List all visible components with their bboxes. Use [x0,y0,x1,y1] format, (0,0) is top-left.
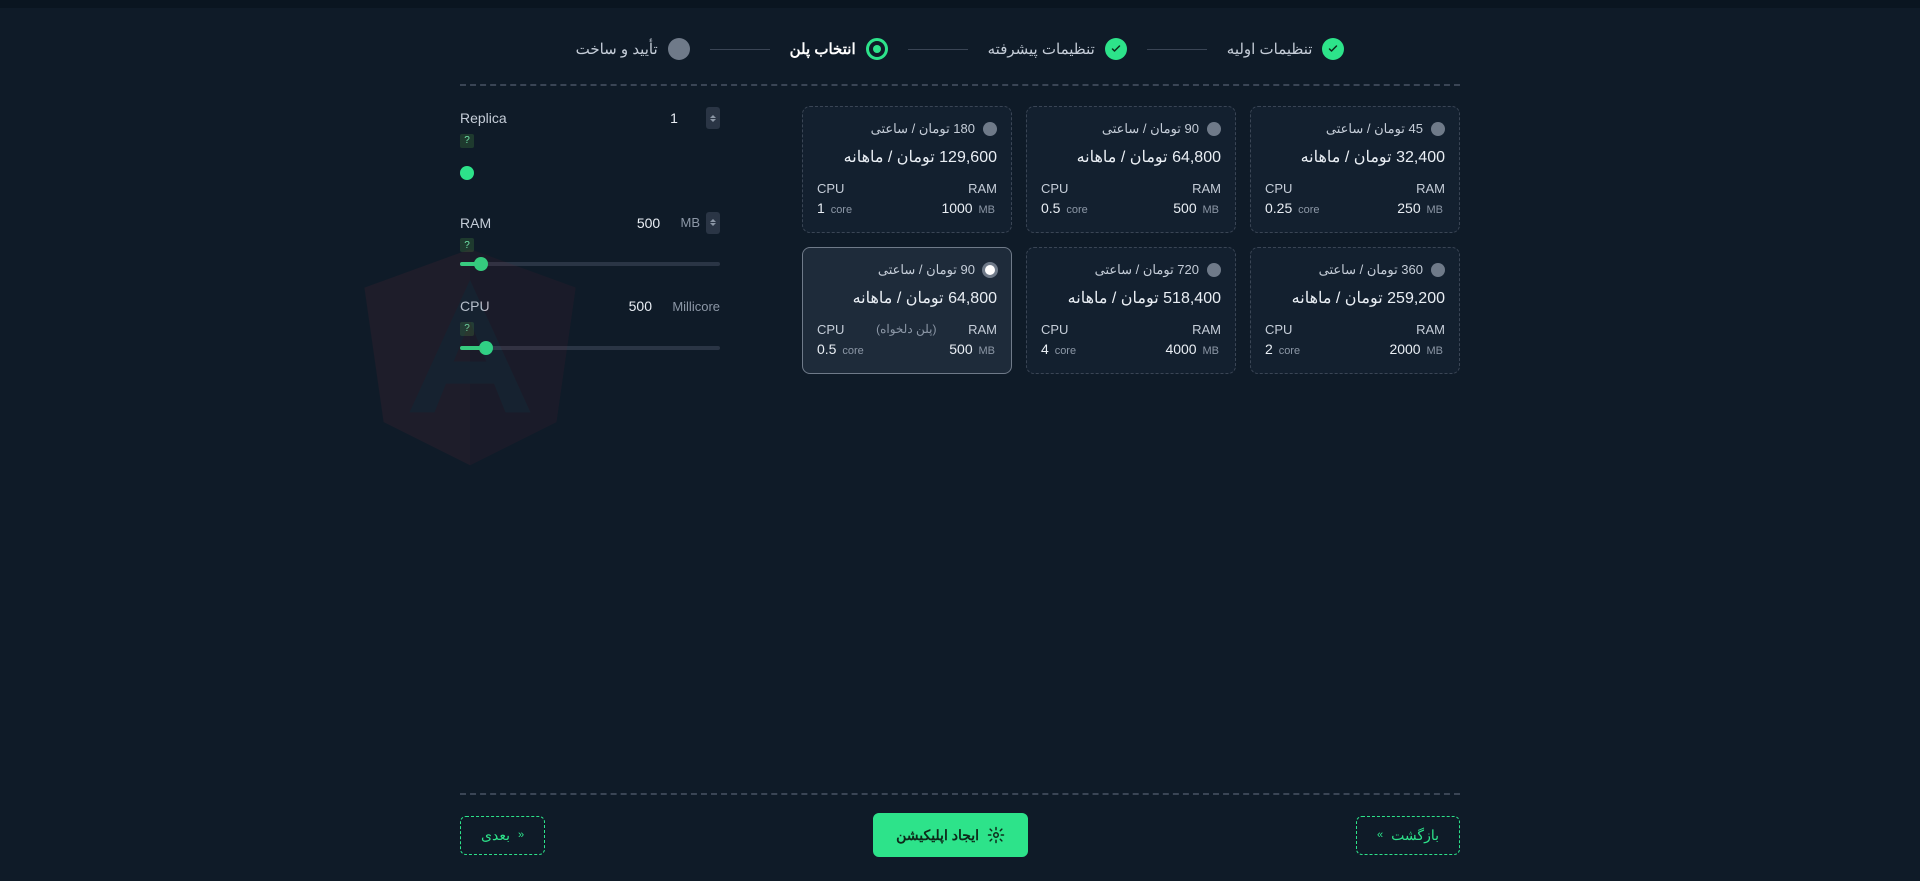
create-app-button[interactable]: ایجاد اپلیکیشن [873,813,1028,857]
step-initial[interactable]: تنظیمات اولیه [1227,38,1345,60]
replica-input[interactable] [648,106,700,130]
cpu-label: CPU [817,322,844,337]
plan-card-2[interactable]: 180 تومان / ساعتی 129,600 تومان / ماهانه C… [802,106,1012,233]
step-label: انتخاب پلن [790,40,856,58]
cpu-value: 4 core [1041,341,1078,357]
cpu-label: CPU [460,298,490,314]
chevron-left-icon: « [518,829,524,841]
ram-control: RAM MB ? [460,211,720,267]
cpu-control: CPU Millicore ? [460,294,720,350]
radio-icon [1207,263,1221,277]
plan-hourly: 360 تومان / ساعتی [1319,262,1423,278]
ram-label: RAM [968,322,997,337]
step-separator [1147,49,1207,50]
ram-value: 1000 MB [941,200,997,216]
plan-monthly: 129,600 تومان / ماهانه [817,147,997,167]
chevron-right-icon: » [1377,829,1383,841]
cpu-input[interactable] [614,294,666,318]
ram-label: RAM [1416,322,1445,337]
plan-hourly: 180 تومان / ساعتی [871,121,975,137]
ram-label: RAM [1416,181,1445,196]
ram-label: RAM [968,181,997,196]
plan-hourly: 720 تومان / ساعتی [1095,262,1199,278]
cpu-value: 0.25 core [1265,200,1322,216]
cpu-label: CPU [1265,322,1292,337]
cpu-label: CPU [817,181,844,196]
ram-value: 500 MB [949,341,997,357]
replica-control: Replica ? [460,106,720,183]
pending-step-icon [668,38,690,60]
plan-monthly: 64,800 تومان / ماهانه [817,288,997,308]
spinner-icon[interactable] [706,107,720,129]
back-button[interactable]: بازگشت» [1356,816,1460,855]
ram-slider[interactable] [460,262,720,266]
cpu-value: 2 core [1265,341,1302,357]
next-button[interactable]: «بعدی [460,816,545,855]
ram-label: RAM [1192,181,1221,196]
plan-hourly: 90 تومان / ساعتی [878,262,975,278]
replica-slider-thumb[interactable] [460,166,474,180]
plan-card-4[interactable]: 720 تومان / ساعتی 518,400 تومان / ماهانه C… [1026,247,1236,374]
ram-unit: MB [681,215,701,230]
plan-card-1[interactable]: 90 تومان / ساعتی 64,800 تومان / ماهانه CPU… [1026,106,1236,233]
radio-icon [983,122,997,136]
footer-divider [460,793,1460,795]
spinner-icon[interactable] [706,212,720,234]
plan-grid: 45 تومان / ساعتی 32,400 تومان / ماهانه CPU… [800,106,1460,374]
divider [460,84,1460,86]
top-bar [0,0,1920,8]
ram-value: 4000 MB [1165,341,1221,357]
cpu-value: 0.5 core [817,341,866,357]
step-confirm[interactable]: تأیید و ساخت [576,38,690,60]
ram-value: 250 MB [1397,200,1445,216]
ram-value: 2000 MB [1389,341,1445,357]
cpu-label: CPU [1041,322,1068,337]
custom-plan-note: (پلن دلخواه) [876,322,936,337]
cpu-value: 0.5 core [1041,200,1090,216]
help-icon[interactable]: ? [460,134,474,148]
step-label: تنظیمات اولیه [1227,40,1313,58]
cpu-value: 1 core [817,200,854,216]
plan-hourly: 45 تومان / ساعتی [1326,121,1423,137]
ram-input[interactable] [623,211,675,235]
stepper: تنظیمات اولیه تنظیمات پیشرفته انتخاب پلن… [460,38,1460,60]
check-icon [1105,38,1127,60]
replica-label: Replica [460,110,507,126]
check-icon [1322,38,1344,60]
help-icon[interactable]: ? [460,322,474,336]
plan-card-3[interactable]: 360 تومان / ساعتی 259,200 تومان / ماهانه C… [1250,247,1460,374]
plan-monthly: 518,400 تومان / ماهانه [1041,288,1221,308]
plan-hourly: 90 تومان / ساعتی [1102,121,1199,137]
ram-label: RAM [1192,322,1221,337]
plan-monthly: 32,400 تومان / ماهانه [1265,147,1445,167]
step-advanced[interactable]: تنظیمات پیشرفته [988,38,1127,60]
cpu-label: CPU [1265,181,1292,196]
step-label: تأیید و ساخت [576,40,658,58]
step-label: تنظیمات پیشرفته [988,40,1095,58]
radio-icon [1431,122,1445,136]
current-step-icon [866,38,888,60]
step-separator [908,49,968,50]
step-plan[interactable]: انتخاب پلن [790,38,888,60]
cpu-slider[interactable] [460,346,720,350]
plan-card-0[interactable]: 45 تومان / ساعتی 32,400 تومان / ماهانه CPU… [1250,106,1460,233]
radio-icon [985,265,995,275]
cpu-unit: Millicore [672,299,720,314]
ram-label: RAM [460,215,491,231]
step-separator [710,49,770,50]
ram-value: 500 MB [1173,200,1221,216]
cpu-label: CPU [1041,181,1068,196]
plan-monthly: 259,200 تومان / ماهانه [1265,288,1445,308]
help-icon[interactable]: ? [460,238,474,252]
radio-icon [1431,263,1445,277]
gear-icon [987,826,1005,844]
plan-card-5[interactable]: 90 تومان / ساعتی 64,800 تومان / ماهانه CPU… [802,247,1012,374]
radio-icon [1207,122,1221,136]
plan-monthly: 64,800 تومان / ماهانه [1041,147,1221,167]
